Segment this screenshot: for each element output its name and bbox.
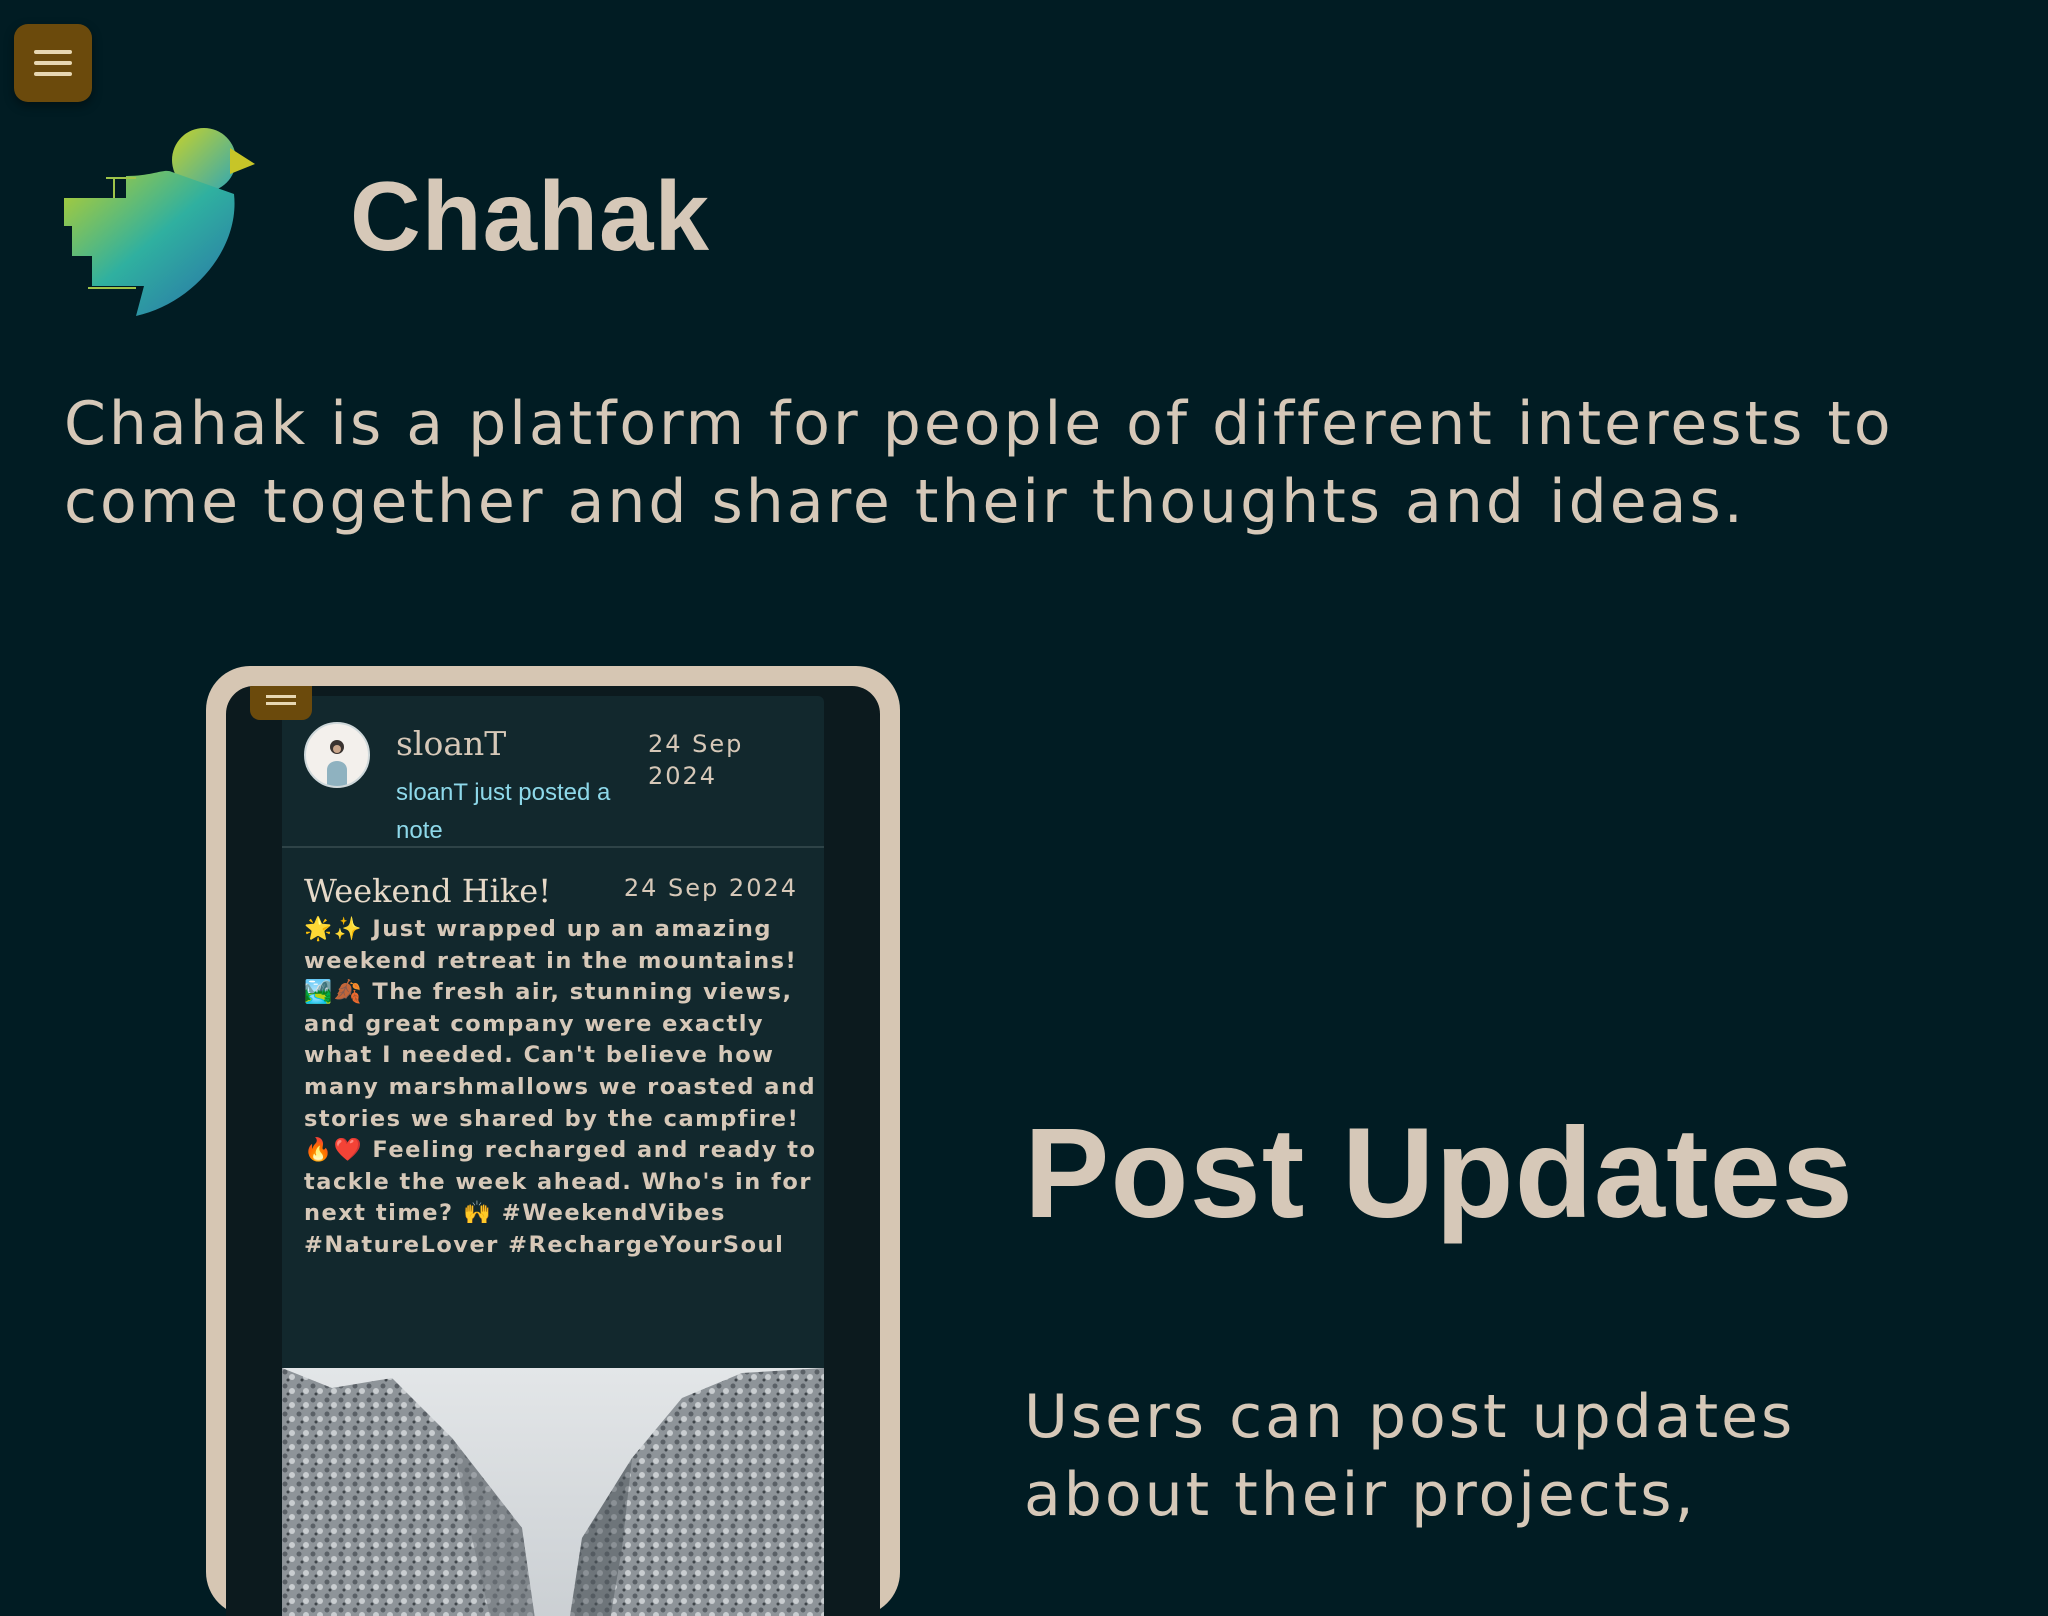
tagline: Chahak is a platform for people of diffe… <box>64 389 1894 537</box>
hamburger-menu-icon-bar <box>266 695 296 698</box>
note-image-mountains <box>282 1368 824 1616</box>
post-date: 24 Sep 2024 <box>648 730 744 790</box>
post-header: sloanT sloanT just posted a note 24 Sep … <box>282 696 824 848</box>
bird-logo <box>64 128 255 316</box>
phone-mockup: sloanT sloanT just posted a note 24 Sep … <box>206 666 900 1616</box>
feature-title: Post Updates <box>1024 1102 1854 1245</box>
post-activity: sloanT just posted a note <box>396 779 611 844</box>
preview-menu-button <box>250 686 312 720</box>
post-username[interactable]: sloanT <box>396 724 506 763</box>
avatar-person-icon <box>327 740 347 786</box>
hamburger-menu-icon-bar <box>34 61 72 65</box>
hamburger-menu-icon-bar <box>34 72 72 76</box>
note-date: 24 Sep 2024 <box>623 874 798 902</box>
hamburger-menu-button[interactable] <box>14 24 92 102</box>
feed-card: sloanT sloanT just posted a note 24 Sep … <box>282 696 824 1616</box>
note-title: Weekend Hike! <box>304 872 552 910</box>
hamburger-menu-icon-bar <box>34 50 72 54</box>
app-title: Chahak <box>350 161 711 271</box>
feature-description: Users can post updates about their proje… <box>1024 1382 1796 1530</box>
mountain-photo <box>282 1368 824 1616</box>
avatar[interactable] <box>304 722 370 788</box>
hamburger-menu-icon-bar <box>266 702 296 705</box>
note-body: 🌟✨ Just wrapped up an amazing weekend re… <box>304 916 817 1258</box>
phone-screen: sloanT sloanT just posted a note 24 Sep … <box>226 686 880 1616</box>
